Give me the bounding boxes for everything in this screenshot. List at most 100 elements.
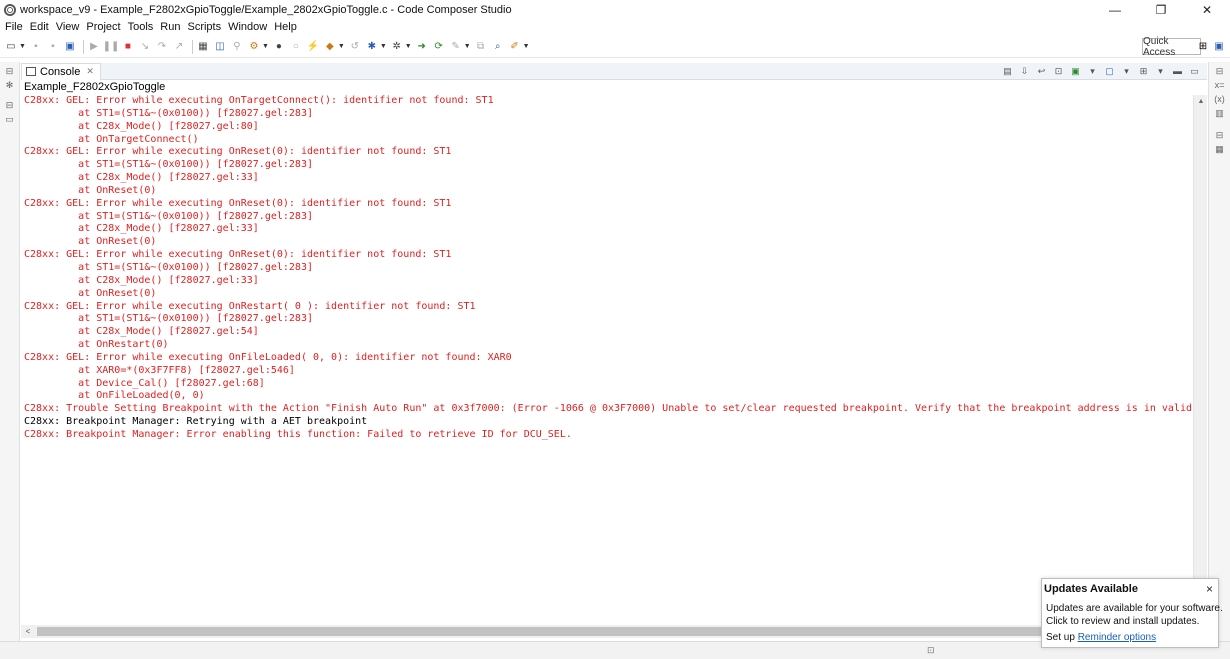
step-into-icon[interactable]: ↘ bbox=[138, 40, 152, 54]
menu-edit[interactable]: Edit bbox=[29, 21, 53, 33]
console-line: at ST1=(ST1&~(0x0100)) [f28027.gel:283] bbox=[24, 159, 313, 171]
minimize-button[interactable]: — bbox=[1092, 0, 1138, 19]
display-selected-console-icon[interactable]: ▣ bbox=[1069, 65, 1082, 77]
expressions-icon[interactable]: (x) bbox=[1214, 94, 1225, 104]
menu-file[interactable]: File bbox=[4, 21, 27, 33]
notification-close-icon[interactable]: × bbox=[1206, 582, 1213, 596]
build-icon[interactable]: ⚙ bbox=[247, 40, 261, 54]
load-dropdown-icon[interactable]: ▼ bbox=[338, 43, 345, 50]
notification-title: Updates Available bbox=[1044, 583, 1138, 595]
open-console-dropdown-icon[interactable]: ▾ bbox=[1120, 65, 1133, 77]
save-icon[interactable]: ▪ bbox=[29, 40, 43, 54]
build-dropdown-icon[interactable]: ▼ bbox=[262, 43, 269, 50]
pin-icon[interactable]: ✐ bbox=[508, 40, 522, 54]
menu-help[interactable]: Help bbox=[273, 21, 301, 33]
step-over-icon[interactable]: ↷ bbox=[155, 40, 169, 54]
menu-run[interactable]: Run bbox=[159, 21, 184, 33]
settings-gear-icon[interactable]: ✻ bbox=[5, 80, 15, 90]
debug-icon[interactable]: ✱ bbox=[365, 40, 379, 54]
pin-console-icon[interactable]: ⊡ bbox=[1052, 65, 1065, 77]
menu-window[interactable]: Window bbox=[227, 21, 271, 33]
quick-access-input[interactable]: Quick Access bbox=[1142, 36, 1201, 58]
word-wrap-icon[interactable]: ↩ bbox=[1035, 65, 1048, 77]
horizontal-scrollbar[interactable]: < bbox=[21, 625, 1193, 638]
console-name: Example_F2802xGpioToggle bbox=[24, 81, 166, 93]
tools-dropdown-icon[interactable]: ▼ bbox=[464, 43, 471, 50]
save-all-icon[interactable]: ▪ bbox=[46, 40, 60, 54]
restore-view-icon[interactable]: ⊟ bbox=[1215, 66, 1225, 76]
display-dropdown-icon[interactable]: ▾ bbox=[1086, 65, 1099, 77]
minimize-view-icon[interactable]: ▬ bbox=[1171, 65, 1184, 77]
main-toolbar: ▭ ▼ ▪ ▪ ▣ ▶ ❚❚ ■ ↘ ↷ ↗ ▦ ◫ ⚲ ⚙ ▼ ● ○ ⚡ ◆ ▼ … bbox=[0, 36, 1230, 58]
console-line: at Device_Cal() [f28027.gel:68] bbox=[24, 377, 265, 389]
new-dropdown-icon[interactable]: ▼ bbox=[19, 43, 26, 50]
pin-dropdown-icon[interactable]: ▼ bbox=[523, 43, 530, 50]
debug-view-icon[interactable]: ▣ bbox=[63, 40, 77, 54]
connect-icon[interactable]: ◫ bbox=[213, 40, 227, 54]
run-icon[interactable]: ➜ bbox=[415, 40, 429, 54]
debug-perspective-icon[interactable]: ▣ bbox=[1212, 39, 1226, 53]
resume-icon[interactable]: ▶ bbox=[87, 40, 101, 54]
close-window-button[interactable]: ✕ bbox=[1184, 0, 1230, 19]
console-line: at C28x_Mode() [f28027.gel:33] bbox=[24, 172, 259, 184]
menu-view[interactable]: View bbox=[55, 21, 84, 33]
clear-console-icon[interactable]: ▤ bbox=[1001, 65, 1014, 77]
new-icon[interactable]: ▭ bbox=[4, 40, 18, 54]
tools-icon[interactable]: ✎ bbox=[449, 40, 463, 54]
settings-icon[interactable]: ✲ bbox=[390, 40, 404, 54]
scroll-up-icon[interactable]: ▲ bbox=[1194, 95, 1208, 107]
search-icon[interactable]: ⌕ bbox=[491, 40, 505, 54]
scroll-left-icon[interactable]: < bbox=[21, 625, 35, 638]
open-perspective-icon[interactable]: ⊞ bbox=[1196, 39, 1210, 53]
disable-breakpoint-icon[interactable]: ○ bbox=[289, 40, 303, 54]
link-icon[interactable]: ⚲ bbox=[230, 40, 244, 54]
console-line: C28xx: GEL: Error while executing OnRest… bbox=[24, 300, 476, 312]
load-icon[interactable]: ◆ bbox=[323, 40, 337, 54]
console-line: C28xx: Breakpoint Manager: Error enablin… bbox=[24, 428, 572, 440]
debug-dropdown-icon[interactable]: ▼ bbox=[380, 43, 387, 50]
external-tools-icon[interactable]: ⧉ bbox=[474, 40, 488, 54]
scroll-lock-icon[interactable]: ⇩ bbox=[1018, 65, 1031, 77]
console-line: at C28x_Mode() [f28027.gel:80] bbox=[24, 120, 259, 132]
reminder-options-link[interactable]: Reminder options bbox=[1078, 632, 1156, 643]
console-line: at ST1=(ST1&~(0x0100)) [f28027.gel:283] bbox=[24, 261, 313, 273]
step-return-icon[interactable]: ↗ bbox=[172, 40, 186, 54]
restore-button[interactable]: ❐ bbox=[1138, 0, 1184, 19]
breakpoint-icon[interactable]: ● bbox=[272, 40, 286, 54]
tab-console[interactable]: Console ✕ bbox=[21, 62, 101, 80]
suspend-icon[interactable]: ❚❚ bbox=[103, 40, 120, 54]
app-icon bbox=[4, 3, 16, 16]
maximize-view-icon[interactable]: ▭ bbox=[1188, 65, 1201, 77]
restore-view-icon-2[interactable]: ⊟ bbox=[1215, 130, 1225, 140]
memory-icon[interactable]: ▦ bbox=[1215, 144, 1225, 154]
view-menu-dropdown-icon[interactable]: ▾ bbox=[1154, 65, 1167, 77]
panel-icon[interactable]: ▭ bbox=[5, 114, 15, 124]
menu-project[interactable]: Project bbox=[85, 21, 124, 33]
console-icon bbox=[26, 67, 36, 76]
vertical-scrollbar[interactable]: ▲ bbox=[1193, 95, 1207, 638]
close-tab-icon[interactable]: ✕ bbox=[86, 66, 94, 77]
menu-bar: File Edit View Project Tools Run Scripts… bbox=[0, 19, 1230, 35]
variables-icon[interactable]: x= bbox=[1215, 80, 1225, 90]
refresh-icon[interactable]: ⟳ bbox=[432, 40, 446, 54]
progress-icon[interactable]: ⊡ bbox=[927, 645, 938, 655]
memory-grid-icon[interactable]: ▦ bbox=[196, 40, 210, 54]
restore-view-icon[interactable]: ⊟ bbox=[5, 66, 15, 76]
horizontal-scroll-thumb[interactable] bbox=[37, 627, 1041, 636]
console-line: C28xx: GEL: Error while executing OnRese… bbox=[24, 197, 452, 209]
terminate-icon[interactable]: ■ bbox=[121, 40, 135, 54]
console-line: C28xx: Breakpoint Manager: Retrying with… bbox=[24, 416, 368, 428]
console-line: C28xx: GEL: Error while executing OnTarg… bbox=[24, 95, 494, 106]
registers-icon[interactable]: ▥ bbox=[1215, 108, 1225, 118]
console-line: at ST1=(ST1&~(0x0100)) [f28027.gel:283] bbox=[24, 210, 313, 222]
console-view-toolbar: ▤ ⇩ ↩ ⊡ ▣ ▾ ▢ ▾ ⊞ ▾ ▬ ▭ bbox=[997, 65, 1201, 77]
view-menu-icon[interactable]: ⊞ bbox=[1137, 65, 1150, 77]
restore-view-icon-2[interactable]: ⊟ bbox=[5, 100, 15, 110]
settings-dropdown-icon[interactable]: ▼ bbox=[405, 43, 412, 50]
menu-tools[interactable]: Tools bbox=[127, 21, 158, 33]
menu-scripts[interactable]: Scripts bbox=[186, 21, 225, 33]
reset-icon[interactable]: ↺ bbox=[348, 40, 362, 54]
flash-icon[interactable]: ⚡ bbox=[306, 40, 320, 54]
console-output[interactable]: C28xx: GEL: Error while executing OnTarg… bbox=[21, 95, 1193, 625]
open-console-icon[interactable]: ▢ bbox=[1103, 65, 1116, 77]
